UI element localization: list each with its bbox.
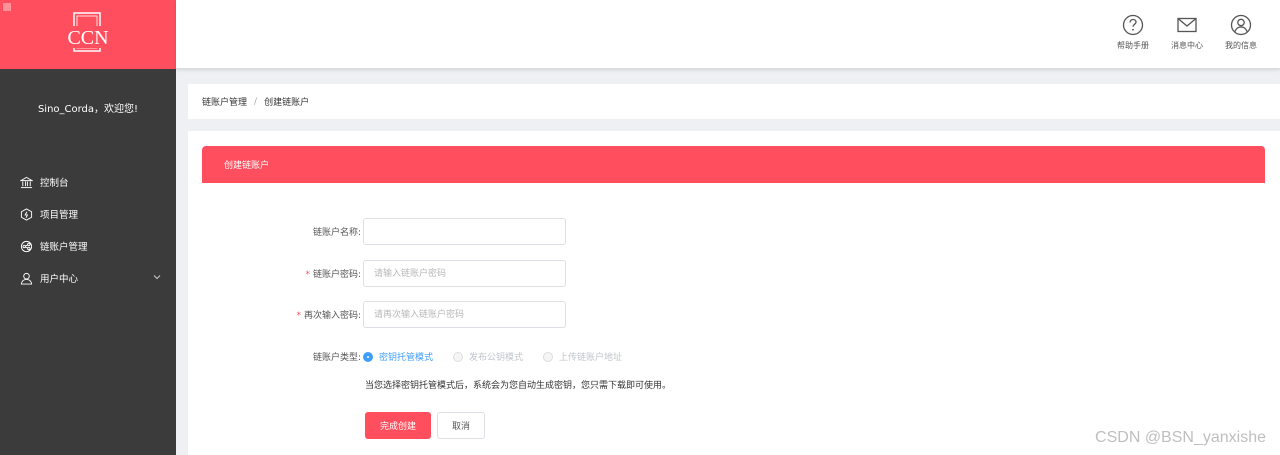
mail-icon <box>1177 17 1197 33</box>
confirm-password-label: 再次输入密码: <box>303 311 361 321</box>
window-corner-icon <box>3 3 11 11</box>
custody-hint-text: 当您选择密钥托管模式后，系统会为您自动生成密钥，您只需下载即可使用。 <box>365 381 672 391</box>
header-actions: 帮助手册 消息中心 我的信息 <box>1106 14 1268 51</box>
account-type-label: 链账户类型: <box>312 353 361 363</box>
sidebar-item-chain-accounts[interactable]: 链账户管理 <box>0 230 176 262</box>
sidebar-item-label: 链账户管理 <box>40 242 88 253</box>
confirm-password-input[interactable] <box>363 301 566 328</box>
card-title: 创建链账户 <box>202 146 1265 183</box>
account-type-radio-group: 密钥托管模式 发布公钥模式 上传链账户地址 <box>363 350 642 363</box>
complete-create-button[interactable]: 完成创建 <box>365 412 431 439</box>
chain-icon <box>20 240 33 253</box>
sidebar-item-dashboard[interactable]: 控制台 <box>0 166 176 198</box>
welcome-text: Sino_Corda，欢迎您! <box>37 104 139 115</box>
logo-area: CCN <box>0 0 176 69</box>
radio-dot-icon <box>363 351 373 362</box>
ccn-logo[interactable]: CCN <box>58 11 118 59</box>
sidebar-item-label: 项目管理 <box>40 210 79 221</box>
breadcrumb-parent[interactable]: 链账户管理 <box>202 95 247 108</box>
help-icon <box>1122 14 1144 36</box>
confirm-password-label-wrap: * 再次输入密码: <box>188 308 363 321</box>
account-password-label-wrap: * 链账户密码: <box>188 267 363 280</box>
chevron-down-icon[interactable] <box>152 272 162 282</box>
breadcrumb: 链账户管理 / 创建链账户 <box>188 84 1280 119</box>
account-password-row: * 链账户密码: <box>188 260 566 287</box>
radio-key-custody[interactable]: 密钥托管模式 <box>363 350 433 363</box>
my-info-button[interactable]: 我的信息 <box>1214 14 1268 51</box>
user-icon <box>20 272 33 285</box>
help-manual-label: 帮助手册 <box>1117 41 1149 50</box>
required-asterisk: * <box>296 311 301 321</box>
logo-text: CCN <box>67 27 108 49</box>
account-type-row: 链账户类型: 密钥托管模式 发布公钥模式 上传链账户地址 <box>188 350 642 363</box>
sidebar-item-user-center[interactable]: 用户中心 <box>0 262 176 294</box>
profile-icon <box>1230 14 1252 36</box>
project-icon <box>20 207 33 221</box>
radio-label: 发布公钥模式 <box>469 353 524 363</box>
message-center-button[interactable]: 消息中心 <box>1160 14 1214 51</box>
create-account-card: 创建链账户 链账户名称: *链账户密码: *再次输入密码: 链账户类型: 密钥托… <box>188 131 1280 455</box>
account-name-input[interactable] <box>363 218 566 245</box>
radio-label: 密钥托管模式 <box>379 353 434 363</box>
my-info-label: 我的信息 <box>1225 41 1257 50</box>
account-name-label: 链账户名称: <box>312 228 361 238</box>
confirm-password-row: * 再次输入密码: <box>188 301 566 328</box>
radio-publish-public-key[interactable]: 发布公钥模式 <box>453 350 523 363</box>
sidebar-menu: 控制台 项目管理 链账户管理 用户中心 <box>0 166 176 294</box>
breadcrumb-current: 创建链账户 <box>264 98 310 108</box>
cancel-button[interactable]: 取消 <box>437 412 485 439</box>
account-name-row: 链账户名称: <box>188 218 566 245</box>
radio-upload-address[interactable]: 上传链账户地址 <box>543 350 622 363</box>
account-password-label: 链账户密码: <box>312 270 361 280</box>
sidebar: CCN Sino_Corda，欢迎您! 控制台 项目管理 链账户管理 用户中心 <box>0 0 176 455</box>
sidebar-item-label: 控制台 <box>40 178 69 189</box>
sidebar-item-projects[interactable]: 项目管理 <box>0 198 176 230</box>
radio-label: 上传链账户地址 <box>559 353 623 363</box>
help-manual-button[interactable]: 帮助手册 <box>1106 14 1160 51</box>
account-password-input[interactable] <box>363 260 566 287</box>
radio-dot-icon <box>543 351 554 362</box>
breadcrumb-separator: / <box>254 96 258 107</box>
top-header: 帮助手册 消息中心 我的信息 <box>176 0 1280 69</box>
watermark: CSDN @BSN_yanxishe <box>1095 429 1266 446</box>
required-asterisk: * <box>305 270 310 280</box>
radio-dot-icon <box>453 351 464 362</box>
bank-icon <box>20 176 33 189</box>
message-center-label: 消息中心 <box>1171 41 1203 50</box>
sidebar-item-label: 用户中心 <box>40 274 79 285</box>
